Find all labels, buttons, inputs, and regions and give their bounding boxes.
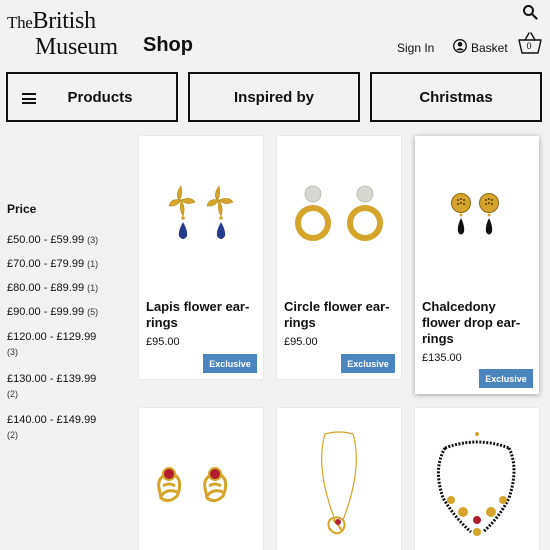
product-price: £95.00	[146, 336, 180, 348]
basket-count: 0	[526, 41, 532, 51]
price-range: £90.00 - £99.99	[7, 306, 85, 318]
product-price: £135.00	[422, 352, 462, 364]
nav-christmas-label: Christmas	[419, 88, 493, 106]
price-filter-option[interactable]: £140.00 - £149.99 (2)	[7, 413, 107, 443]
price-count: (1)	[87, 259, 99, 269]
logo-museum: Museum	[35, 34, 118, 60]
price-range: £70.00 - £79.99	[7, 258, 85, 270]
shop-title[interactable]: Shop	[143, 34, 193, 57]
product-card[interactable]: Circle flower ear-rings £95.00 Exclusive	[277, 136, 401, 379]
price-count: (3)	[7, 347, 18, 357]
british-museum-logo[interactable]: TheBritish Museum	[7, 9, 118, 59]
price-count: (2)	[7, 430, 18, 440]
exclusive-badge: Exclusive	[479, 369, 533, 388]
price-range: £140.00 - £149.99	[7, 414, 97, 426]
price-range: £50.00 - £59.99	[7, 234, 85, 246]
price-filter-title: Price	[7, 202, 37, 216]
price-range: £80.00 - £89.99	[7, 282, 85, 294]
product-name[interactable]: Chalcedony flower drop ear-rings	[422, 299, 534, 347]
price-count: (3)	[87, 235, 99, 245]
price-filter-option[interactable]: £70.00 - £79.99 (1)	[7, 257, 127, 272]
exclusive-badge: Exclusive	[203, 354, 257, 373]
price-filter-option[interactable]: £90.00 - £99.99 (5)	[7, 305, 127, 320]
logo-british: British	[32, 8, 97, 34]
product-image[interactable]	[277, 408, 401, 548]
logo-the: The	[7, 13, 33, 32]
price-count: (5)	[87, 307, 99, 317]
price-count: (2)	[7, 389, 18, 399]
nav-products-label: Products	[67, 88, 133, 106]
nav-inspired-button[interactable]: Inspired by	[188, 72, 360, 122]
price-range: £120.00 - £129.99	[7, 331, 97, 343]
product-image[interactable]	[139, 408, 263, 548]
sign-in-link[interactable]: Sign In	[397, 41, 434, 55]
exclusive-badge: Exclusive	[341, 354, 395, 373]
search-icon[interactable]	[522, 4, 538, 20]
product-image[interactable]	[277, 136, 401, 296]
product-card[interactable]: Lapis flower ear-rings £95.00 Exclusive	[139, 136, 263, 379]
product-price: £95.00	[284, 336, 318, 348]
product-card[interactable]	[277, 408, 401, 550]
basket-link[interactable]: Basket	[471, 41, 508, 55]
price-filter-option[interactable]: £130.00 - £139.99 (2)	[7, 372, 107, 402]
nav-products-button[interactable]: Products	[6, 72, 178, 122]
price-range: £130.00 - £139.99	[7, 373, 97, 385]
product-card[interactable]	[139, 408, 263, 550]
nav-inspired-label: Inspired by	[233, 88, 315, 106]
price-filter-option[interactable]: £120.00 - £129.99 (3)	[7, 330, 107, 360]
product-image[interactable]	[415, 408, 539, 548]
product-image[interactable]	[139, 136, 263, 296]
product-name[interactable]: Circle flower ear-rings	[284, 299, 396, 331]
site-header: TheBritish Museum Shop Sign In Basket 0	[0, 0, 550, 66]
product-card[interactable]	[415, 408, 539, 550]
menu-icon	[22, 93, 36, 104]
product-name[interactable]: Lapis flower ear-rings	[146, 299, 258, 331]
user-icon	[453, 39, 467, 53]
price-filter-option[interactable]: £50.00 - £59.99 (3)	[7, 233, 127, 248]
price-count: (1)	[87, 283, 99, 293]
product-card[interactable]: Chalcedony flower drop ear-rings £135.00…	[415, 136, 539, 394]
nav-christmas-button[interactable]: Christmas	[370, 72, 542, 122]
price-filter-option[interactable]: £80.00 - £89.99 (1)	[7, 281, 127, 296]
product-image[interactable]	[415, 136, 539, 296]
